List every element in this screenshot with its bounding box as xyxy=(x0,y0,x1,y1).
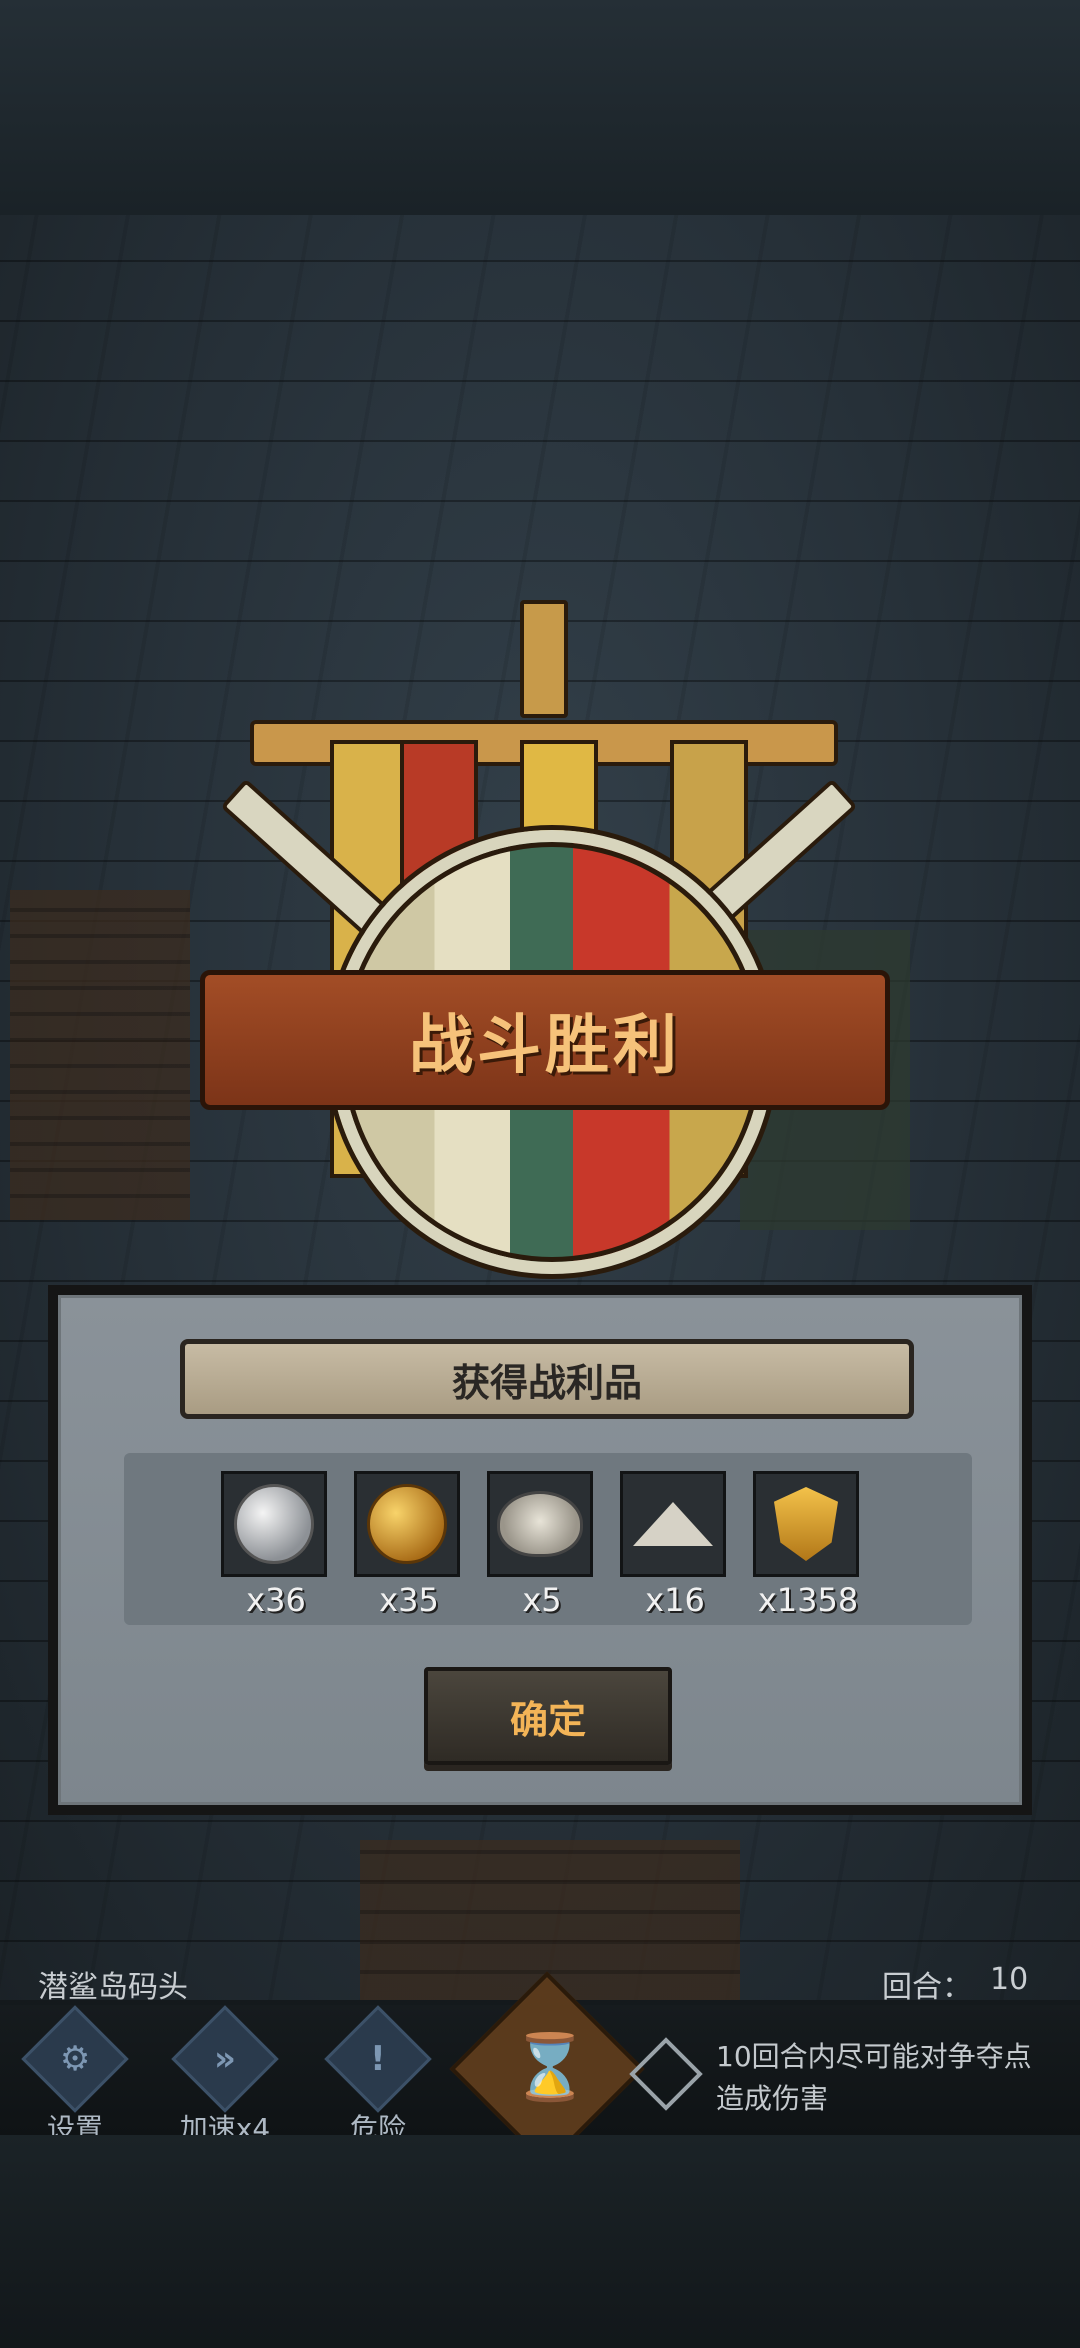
gears-icon: ⚙ xyxy=(21,2005,129,2113)
victory-title: 战斗胜利 xyxy=(409,1009,681,1083)
speed-button[interactable]: » 加速x4 xyxy=(165,2005,285,2145)
gold-shield-medal-icon xyxy=(774,1487,838,1561)
oyster-icon xyxy=(497,1491,583,1557)
left-dock-structure xyxy=(10,890,190,1220)
objective-text: 10回合内尽可能对争夺点造成伤害 xyxy=(716,2040,1032,2115)
loot-item[interactable]: x1358 xyxy=(753,1471,863,1619)
confirm-label: 确定 xyxy=(509,1697,586,1742)
location-label: 潜鲨岛码头 xyxy=(38,1970,188,2005)
silver-coin-icon xyxy=(234,1484,314,1564)
gold-coin-icon xyxy=(367,1484,447,1564)
loot-count: x35 xyxy=(379,1581,439,1619)
loot-item[interactable]: x5 xyxy=(487,1471,597,1619)
settings-button[interactable]: ⚙ 设置 xyxy=(15,2005,135,2145)
round-value: 10 xyxy=(990,1962,1029,1997)
confirm-button[interactable]: 确定 xyxy=(424,1667,672,1765)
loot-dialog: 获得战利品 x36 x35 x5 x16 x1358 确定 xyxy=(48,1285,1032,1815)
victory-emblem: 战斗胜利 xyxy=(190,590,890,1290)
loot-slot xyxy=(620,1471,726,1577)
loot-count: x36 xyxy=(246,1581,306,1619)
dialog-title-bar: 获得战利品 xyxy=(180,1339,914,1419)
danger-button[interactable]: ! 危险 xyxy=(318,2005,438,2145)
fast-forward-icon: » xyxy=(171,2005,279,2113)
loot-count: x1358 xyxy=(757,1581,859,1619)
loot-item[interactable]: x35 xyxy=(354,1471,464,1619)
loot-count: x5 xyxy=(522,1581,562,1619)
salt-pile-icon xyxy=(633,1502,713,1546)
loot-slot xyxy=(354,1471,460,1577)
loot-item[interactable]: x16 xyxy=(620,1471,730,1619)
loot-list: x36 x35 x5 x16 x1358 xyxy=(124,1453,972,1625)
round-label: 回合： xyxy=(882,1970,972,2005)
banner-post xyxy=(520,600,568,718)
loot-slot xyxy=(221,1471,327,1577)
victory-ribbon: 战斗胜利 xyxy=(200,970,890,1110)
hourglass-icon: ⌛ xyxy=(510,2031,590,2105)
loot-slot xyxy=(753,1471,859,1577)
exclamation-icon: ! xyxy=(324,2005,432,2113)
loot-count: x16 xyxy=(645,1581,705,1619)
loot-item[interactable]: x36 xyxy=(221,1471,331,1619)
loot-slot xyxy=(487,1471,593,1577)
dialog-title: 获得战利品 xyxy=(451,1360,642,1405)
bottom-dark-band xyxy=(0,2135,1080,2348)
top-dark-band xyxy=(0,0,1080,217)
